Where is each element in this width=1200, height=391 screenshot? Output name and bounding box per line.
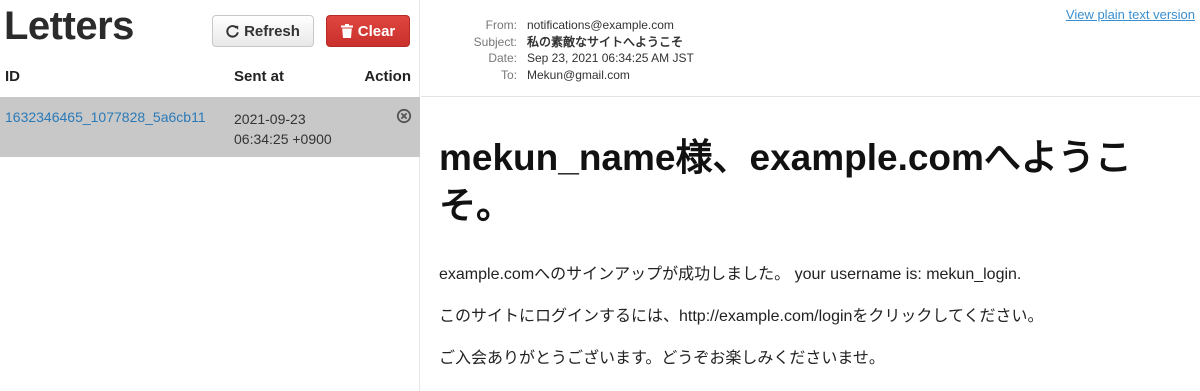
refresh-label: Refresh [244,22,300,40]
refresh-icon [226,24,239,38]
letters-pane: Letters Refresh Clear ID Sent at Action … [0,0,420,391]
message-paragraph: example.comへのサインアップが成功しました。 your usernam… [439,266,1022,283]
from-value: notifications@example.com [527,18,674,32]
message-heading: mekun_name様、example.comへようこそ。 [439,137,1132,226]
column-header-id: ID [5,68,20,85]
column-header-sent-at: Sent at [234,68,285,85]
column-header-action: Action [364,68,411,85]
letter-id-link[interactable]: 1632346465_1077828_5a6cb11 [5,109,206,125]
letter-sent-date: 2021-09-23 [234,111,306,127]
from-label: From: [485,18,517,32]
date-label: Date: [488,51,517,65]
clear-label: Clear [357,22,396,40]
refresh-button[interactable]: Refresh [212,15,314,47]
subject-label: Subject: [473,34,517,49]
date-value: Sep 23, 2021 06:34:25 AM JST [527,51,694,65]
to-label: To: [500,67,517,82]
trash-icon [340,24,353,38]
clear-button[interactable]: Clear [326,15,410,47]
message-pane: From: notifications@example.com Subject:… [421,0,1200,391]
table-row[interactable]: 1632346465_1077828_5a6cb11 2021-09-23 06… [0,97,420,157]
to-value: Mekun@gmail.com [527,67,630,82]
page-title: Letters [4,4,134,48]
message-paragraph: このサイトにログインするには、http://example.com/loginを… [439,308,1044,325]
letter-sent-time: 06:34:25 +0900 [234,131,332,147]
subject-value: 私の素敵なサイトへようこそ [527,34,684,49]
delete-circle-icon[interactable] [396,108,412,124]
letter-opener-app: Letters Refresh Clear ID Sent at Action … [0,0,1200,391]
message-paragraph: ご入会ありがとうございます。どうぞお楽しみくださいませ。 [439,350,885,367]
header-divider [421,96,1200,97]
view-plain-text-link[interactable]: View plain text version [1066,7,1195,22]
letter-sent-at: 2021-09-23 06:34:25 +0900 [234,109,354,149]
message-headers: From: notifications@example.com Subject:… [421,17,694,83]
letters-table-header: ID Sent at Action [0,66,420,88]
